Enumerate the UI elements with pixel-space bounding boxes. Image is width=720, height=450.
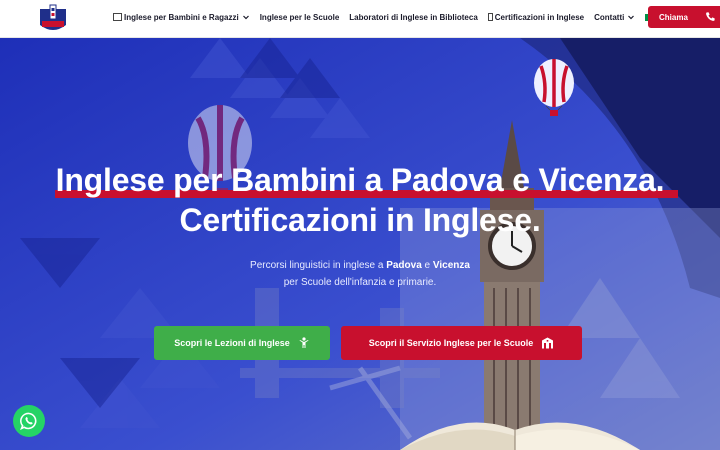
hero-title-line2: Certificazioni in Inglese. — [179, 202, 541, 238]
chevron-down-icon — [242, 15, 249, 20]
subtitle-text: e — [421, 260, 433, 271]
hero-section: Inglese per Bambini a Padova e Vicenza. … — [0, 38, 720, 450]
chevron-down-icon — [628, 15, 635, 20]
nav-item-scuole[interactable]: Inglese per le Scuole — [260, 13, 340, 22]
nav-item-bambini[interactable]: Inglese per Bambini e Ragazzi — [113, 13, 250, 22]
nav-label: Inglese per Bambini e Ragazzi — [124, 12, 239, 22]
nav-label: Contatti — [594, 12, 625, 22]
subtitle-city-padova: Padova — [386, 260, 422, 271]
whatsapp-icon — [20, 412, 37, 430]
menu-item-icon — [487, 13, 493, 21]
nav-item-contatti[interactable]: Contatti — [594, 13, 635, 22]
nav-label: Laboratori di Inglese in Biblioteca — [349, 12, 478, 22]
whatsapp-button[interactable] — [13, 405, 45, 437]
lessons-button[interactable]: Scopri le Lezioni di Inglese — [154, 326, 330, 360]
main-nav: Inglese per Bambini e Ragazzi Inglese pe… — [113, 0, 678, 34]
hero-title-line1: Inglese per Bambini a Padova e Vicenza. — [55, 162, 665, 198]
hero-subtitle-line2: per Scuole dell'infanzia e primarie. — [283, 277, 437, 288]
phone-icon — [706, 12, 715, 21]
nav-label: Inglese per le Scuole — [259, 12, 340, 22]
subtitle-text: Percorsi linguistici in inglese a — [250, 260, 387, 271]
call-button[interactable]: Chiama — [648, 6, 720, 28]
site-logo[interactable] — [36, 3, 70, 35]
subtitle-city-vicenza: Vicenza — [432, 260, 470, 271]
schools-button[interactable]: Scopri il Servizio Inglese per le Scuole — [341, 326, 582, 360]
hero-background — [0, 38, 720, 450]
menu-item-icon — [113, 13, 122, 21]
child-icon — [299, 337, 309, 348]
site-header: Inglese per Bambini e Ragazzi Inglese pe… — [0, 0, 720, 38]
lessons-button-label: Scopri le Lezioni di Inglese — [174, 338, 290, 348]
schools-button-label: Scopri il Servizio Inglese per le Scuole — [368, 338, 534, 348]
nav-label: Certificazioni in Inglese — [494, 12, 585, 22]
school-icon — [542, 337, 554, 349]
nav-item-certificazioni[interactable]: Certificazioni in Inglese — [487, 12, 585, 22]
hero-subtitle-line1: Percorsi linguistici in inglese a Padova… — [0, 260, 720, 271]
call-label: Chiama — [659, 12, 688, 22]
nav-item-laboratori[interactable]: Laboratori di Inglese in Biblioteca — [349, 13, 477, 22]
